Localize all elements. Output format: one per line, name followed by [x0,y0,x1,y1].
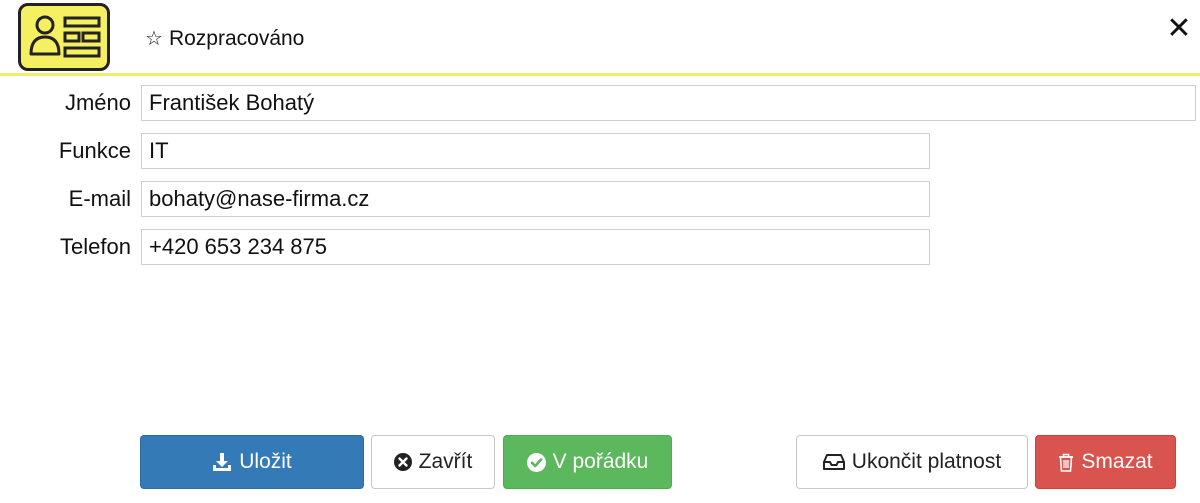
name-input[interactable] [141,85,1196,121]
name-label: Jméno [64,90,131,115]
times-circle-icon [393,453,412,471]
dialog-header: ☆ Rozpracováno ✕ [0,0,1200,76]
close-icon: ✕ [1166,12,1192,45]
function-input[interactable] [141,133,930,169]
trash-icon [1059,453,1074,472]
delete-button[interactable]: Smazat [1035,435,1176,489]
form-row-function: Funkce [0,133,1200,169]
form-row-phone: Telefon [0,229,1200,265]
download-icon [213,453,232,471]
delete-button-label: Smazat [1081,450,1153,473]
contact-card-icon [18,3,110,71]
ok-button-label: V pořádku [552,450,649,473]
ok-button[interactable]: V pořádku [503,435,672,489]
terminate-validity-button[interactable]: Ukončit platnost [796,435,1028,489]
close-dialog-button[interactable]: ✕ [1164,12,1194,46]
close-button[interactable]: Zavřít [371,435,495,489]
status-indicator[interactable]: ☆ Rozpracováno [145,26,304,52]
function-label: Funkce [58,138,131,163]
email-input[interactable] [141,181,930,217]
save-button[interactable]: Uložit [140,435,364,489]
close-button-label: Zavřít [418,450,473,473]
inbox-icon [822,454,845,470]
contact-dialog: ☆ Rozpracováno ✕ Jméno Funkce E-mail Tel… [0,0,1200,503]
terminate-validity-label: Ukončit platnost [851,450,1002,473]
star-outline-icon: ☆ [145,28,163,50]
phone-label: Telefon [60,234,131,259]
check-circle-icon [526,452,546,472]
form-row-name: Jméno [0,85,1200,121]
email-label: E-mail [68,186,131,211]
form-row-email: E-mail [0,181,1200,217]
status-label: Rozpracováno [168,27,305,50]
phone-input[interactable] [141,229,930,265]
save-button-label: Uložit [239,450,292,473]
